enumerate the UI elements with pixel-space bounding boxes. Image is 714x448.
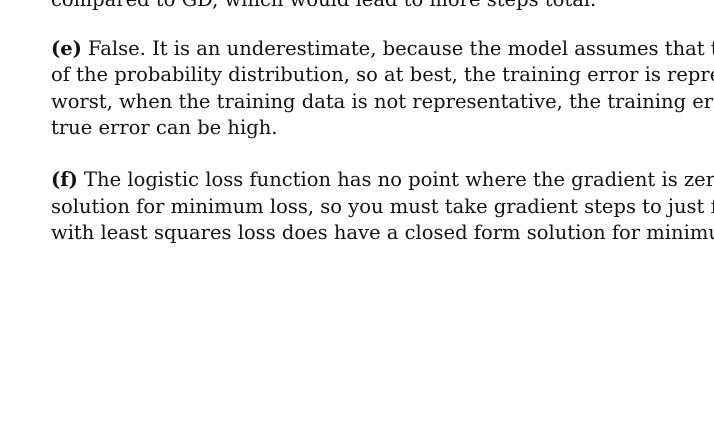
para-f-line-3: with least squares loss does have a clos…: [51, 221, 714, 244]
para-f-text-1: The logistic loss function has no point …: [77, 168, 714, 191]
para-e-line-4: true error can be high.: [51, 116, 278, 139]
para-f-line-1: (f) The logistic loss function has no po…: [51, 167, 714, 193]
document-page: compared to GD, which would lead to more…: [0, 0, 714, 448]
clipped-top-line: compared to GD, which would lead to more…: [51, 0, 596, 13]
para-e-line-3: worst, when the training data is not rep…: [51, 90, 714, 113]
para-e-line-2: of the probability distribution, so at b…: [51, 63, 714, 86]
para-e-text-1: False. It is an underestimate, because t…: [81, 37, 714, 60]
para-f-label: (f): [51, 168, 78, 191]
para-e-label: (e): [51, 37, 82, 60]
para-f-line-2: solution for minimum loss, so you must t…: [51, 195, 714, 218]
para-e-line-1: (e) False. It is an underestimate, becau…: [51, 36, 714, 62]
